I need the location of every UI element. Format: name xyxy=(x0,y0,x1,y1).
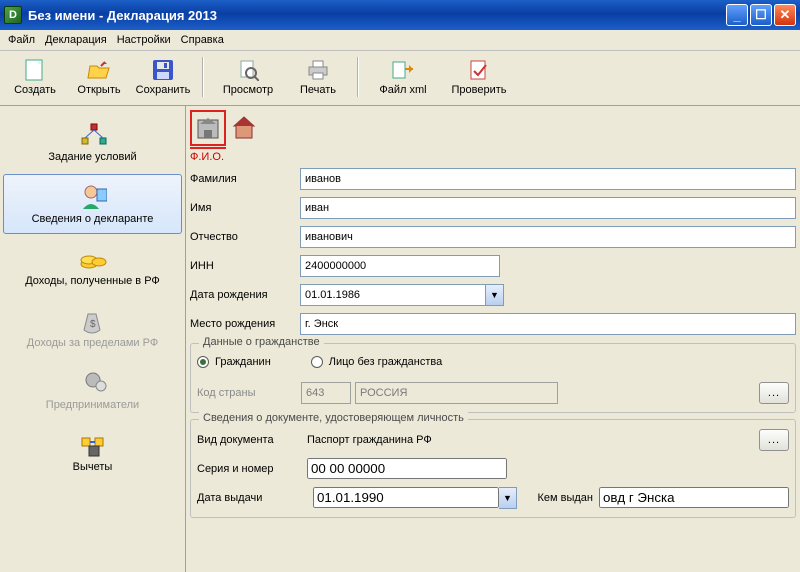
sidebar-item-conditions[interactable]: Задание условий xyxy=(3,112,182,172)
country-code-label: Код страны xyxy=(197,387,297,399)
separator xyxy=(357,57,358,97)
filexml-button[interactable]: Файл xml xyxy=(366,53,440,101)
menu-declaration[interactable]: Декларация xyxy=(45,34,107,46)
check-document-icon xyxy=(467,58,491,82)
birthplace-input[interactable] xyxy=(300,313,796,335)
inn-label: ИНН xyxy=(190,260,300,272)
print-button[interactable]: Печать xyxy=(287,53,349,101)
main-panel: Ф.И.О. Фамилия Имя Отчество ИНН Дата рож… xyxy=(185,106,800,572)
issuedby-input[interactable] xyxy=(599,487,789,508)
doctype-label: Вид документа xyxy=(197,434,307,446)
fio-section-label: Ф.И.О. xyxy=(190,147,226,163)
radio-on-icon xyxy=(197,356,209,368)
close-button[interactable]: ✕ xyxy=(774,4,796,26)
app-icon: D xyxy=(4,6,22,24)
window-title: Без имени - Декларация 2013 xyxy=(28,8,217,23)
minimize-button[interactable]: _ xyxy=(726,4,748,26)
doctype-field: Паспорт гражданина РФ xyxy=(307,434,753,446)
surname-label: Фамилия xyxy=(190,173,300,185)
toolbar: Создать Открыть Сохранить Просмотр Печат… xyxy=(0,51,800,106)
citizenship-group: Данные о гражданстве Гражданин Лицо без … xyxy=(190,343,796,413)
tab-address[interactable] xyxy=(226,110,262,146)
moneybag-icon: $ xyxy=(79,307,107,335)
sidebar-item-deductions[interactable]: Вычеты xyxy=(3,422,182,482)
menu-file[interactable]: Файл xyxy=(8,34,35,46)
sidebar: Задание условий Сведения о декларанте До… xyxy=(0,106,185,572)
tab-personal-info[interactable] xyxy=(190,110,226,146)
country-name-field: РОССИЯ xyxy=(355,382,558,404)
issuedate-dropdown[interactable]: ▼ xyxy=(499,487,517,509)
radio-stateless[interactable]: Лицо без гражданства xyxy=(311,356,442,368)
menu-help[interactable]: Справка xyxy=(181,34,224,46)
issuedby-label: Кем выдан xyxy=(523,492,593,504)
issuedate-input[interactable] xyxy=(313,487,499,508)
floppy-disk-icon xyxy=(151,58,175,82)
titlebar: D Без имени - Декларация 2013 _ ☐ ✕ xyxy=(0,0,800,30)
serial-label: Серия и номер xyxy=(197,463,307,475)
citizenship-legend: Данные о гражданстве xyxy=(199,336,324,348)
document-group: Сведения о документе, удостоверяющем лич… xyxy=(190,419,796,518)
inn-input[interactable] xyxy=(300,255,500,277)
radio-citizen[interactable]: Гражданин xyxy=(197,356,271,368)
sidebar-item-income-rf[interactable]: Доходы, полученные в РФ xyxy=(3,236,182,296)
doctype-browse-button[interactable]: ... xyxy=(759,429,789,451)
deductions-icon xyxy=(79,431,107,459)
preview-button[interactable]: Просмотр xyxy=(211,53,285,101)
sidebar-item-income-abroad[interactable]: $ Доходы за пределами РФ xyxy=(3,298,182,358)
separator xyxy=(202,57,203,97)
radio-off-icon xyxy=(311,356,323,368)
new-document-icon xyxy=(23,58,47,82)
sidebar-item-declarant[interactable]: Сведения о декларанте xyxy=(3,174,182,234)
form-tabs xyxy=(190,110,796,146)
magnifier-icon xyxy=(236,58,260,82)
birthdate-input[interactable] xyxy=(300,284,486,306)
coins-icon xyxy=(79,245,107,273)
svg-text:$: $ xyxy=(90,319,96,330)
document-legend: Сведения о документе, удостоверяющем лич… xyxy=(199,412,468,424)
check-button[interactable]: Проверить xyxy=(442,53,516,101)
open-button[interactable]: Открыть xyxy=(68,53,130,101)
save-button[interactable]: Сохранить xyxy=(132,53,194,101)
issuedate-label: Дата выдачи xyxy=(197,492,307,504)
folder-open-icon xyxy=(87,58,111,82)
serial-input[interactable] xyxy=(307,458,507,479)
birthplace-label: Место рождения xyxy=(190,318,300,330)
entrepreneur-icon xyxy=(79,369,107,397)
conditions-icon xyxy=(79,121,107,149)
menubar: Файл Декларация Настройки Справка xyxy=(0,30,800,51)
name-input[interactable] xyxy=(300,197,796,219)
create-button[interactable]: Создать xyxy=(4,53,66,101)
patronymic-input[interactable] xyxy=(300,226,796,248)
surname-input[interactable] xyxy=(300,168,796,190)
maximize-button[interactable]: ☐ xyxy=(750,4,772,26)
birthdate-label: Дата рождения xyxy=(190,289,300,301)
menu-settings[interactable]: Настройки xyxy=(117,34,171,46)
sidebar-item-entrepreneur[interactable]: Предприниматели xyxy=(3,360,182,420)
country-browse-button[interactable]: ... xyxy=(759,382,789,404)
patronymic-label: Отчество xyxy=(190,231,300,243)
birthdate-dropdown[interactable]: ▼ xyxy=(486,284,504,306)
printer-icon xyxy=(306,58,330,82)
name-label: Имя xyxy=(190,202,300,214)
person-icon xyxy=(79,183,107,211)
export-xml-icon xyxy=(391,58,415,82)
country-code-field: 643 xyxy=(301,382,351,404)
